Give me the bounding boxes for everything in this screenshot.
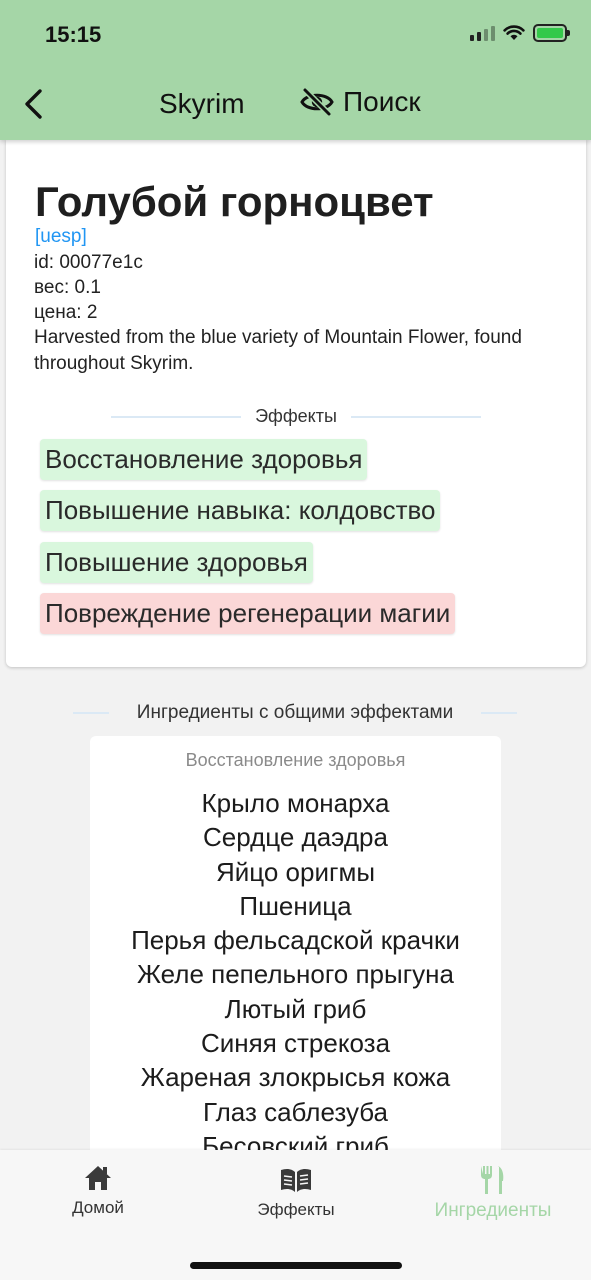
shared-heading: Ингредиенты с общими эффектами — [136, 702, 454, 723]
list-item[interactable]: Жареная злокрысья кожа — [90, 1060, 501, 1094]
shared-effect-title: Восстановление здоровья — [185, 750, 406, 770]
nav-effects-label: Эффекты — [257, 1200, 335, 1219]
ingredient-description: Harvested from the blue variety of Mount… — [34, 327, 522, 374]
battery-icon — [533, 24, 570, 42]
effects-heading: Эффекты — [255, 406, 337, 426]
divider-line — [72, 712, 109, 714]
search-label: Поиск — [343, 86, 421, 117]
status-icons — [470, 24, 570, 42]
wifi-icon — [503, 25, 525, 40]
home-indicator — [190, 1262, 402, 1269]
ingredient-id: id: 00077e1c — [34, 252, 143, 273]
divider-line — [111, 415, 242, 418]
nav-effects[interactable]: Эффекты — [196, 1166, 396, 1220]
book-icon — [281, 1168, 311, 1192]
shared-divider: Ингредиенты с общими эффектами — [40, 702, 550, 724]
list-item[interactable]: Синяя стрекоза — [90, 1026, 501, 1060]
eye-off-icon — [300, 87, 334, 117]
divider-line — [481, 712, 518, 714]
list-item[interactable]: Желе пепельного прыгуна — [90, 957, 501, 991]
search-button[interactable]: Поиск — [300, 86, 421, 118]
ingredient-price: цена: 2 — [34, 302, 98, 323]
effect-chip-damage-magicka-regen[interactable]: Повреждение регенерации магии — [40, 593, 456, 634]
back-button[interactable] — [18, 86, 48, 122]
list-item[interactable]: Пшеница — [90, 889, 501, 923]
nav-ingredients-label: Ингредиенты — [434, 1200, 552, 1221]
list-item[interactable]: Лютый гриб — [90, 992, 501, 1026]
bottom-navigation: Домой Эффекты Ингредиенты — [0, 1150, 591, 1280]
shared-ingredients-list: Крыло монарха Сердце даэдра Яйцо оригмы … — [90, 786, 501, 1163]
fork-knife-icon — [481, 1166, 504, 1194]
effect-chip-fortify-health[interactable]: Повышение здоровья — [40, 542, 313, 583]
ingredient-card: Голубой горноцвет [uesp] id: 00077e1c ве… — [6, 140, 586, 667]
app-header: 15:15 Skyrim Поиск — [0, 0, 591, 140]
list-item[interactable]: Глаз саблезуба — [90, 1095, 501, 1129]
divider-line — [350, 415, 481, 418]
shared-ingredients-card: Восстановление здоровья Крыло монарха Се… — [90, 736, 501, 1166]
effect-chip-restore-health[interactable]: Восстановление здоровья — [40, 439, 368, 480]
effects-divider: Эффекты — [78, 406, 514, 427]
ingredient-name: Голубой горноцвет — [35, 178, 434, 225]
cellular-signal-icon — [470, 25, 495, 41]
status-time: 15:15 — [45, 22, 102, 47]
chevron-left-icon — [25, 89, 42, 119]
ingredient-weight: вес: 0.1 — [34, 277, 101, 298]
effect-chip-fortify-conjuration[interactable]: Повышение навыка: колдовство — [40, 490, 441, 531]
nav-home-label: Домой — [72, 1198, 124, 1217]
home-icon — [85, 1166, 111, 1190]
uesp-link[interactable]: [uesp] — [35, 226, 87, 248]
list-item[interactable]: Крыло монарха — [90, 786, 501, 820]
list-item[interactable]: Сердце даэдра — [90, 820, 501, 854]
nav-home[interactable]: Домой — [0, 1164, 198, 1218]
list-item[interactable]: Яйцо оригмы — [90, 855, 501, 889]
nav-ingredients[interactable]: Ингредиенты — [393, 1164, 591, 1222]
list-item[interactable]: Перья фельсадской крачки — [90, 923, 501, 957]
app-title: Skyrim — [159, 88, 245, 119]
